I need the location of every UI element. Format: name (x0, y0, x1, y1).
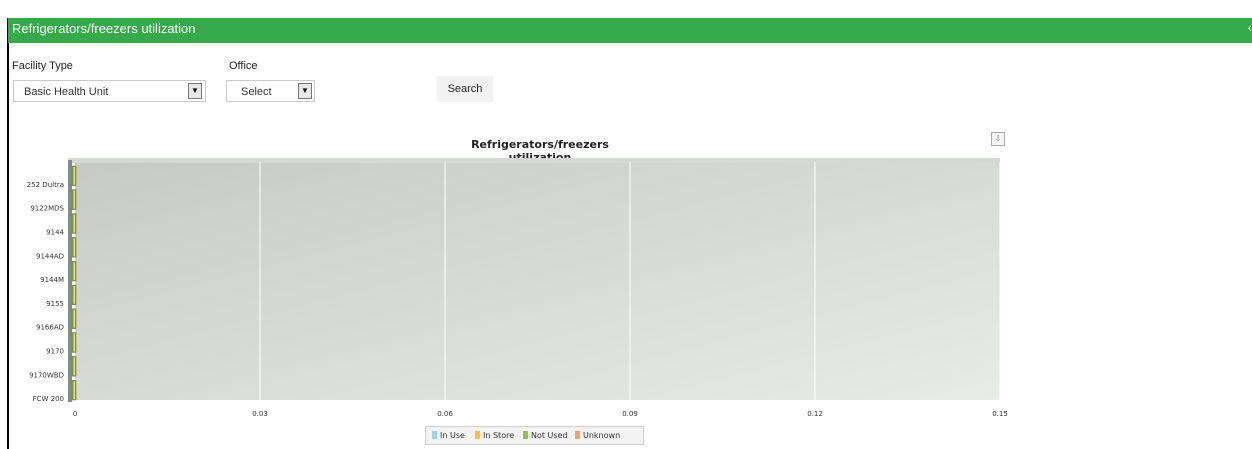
legend-item[interactable]: Not Used (523, 431, 568, 440)
bar-highlight (73, 333, 75, 352)
y-tick-label: 9170 (46, 348, 64, 356)
legend-label: In Store (483, 431, 515, 440)
legend-label: Not Used (531, 431, 568, 440)
y-tick-label: 9144M (40, 276, 64, 284)
bar-highlight (73, 286, 75, 304)
legend-swatch (523, 431, 528, 439)
y-tick-label: 9122MDS (30, 205, 64, 213)
plot-depth-top (68, 158, 1000, 163)
plot-area (75, 162, 1000, 400)
legend-swatch (475, 431, 480, 439)
y-tick-label: 9166AD (36, 324, 64, 332)
bar-highlight (73, 214, 75, 233)
bar-highlight (73, 167, 75, 185)
x-tick-label: 0.06 (437, 410, 453, 418)
legend-swatch (432, 431, 437, 439)
legend-swatch (575, 431, 580, 439)
legend-item[interactable]: In Store (475, 431, 514, 440)
x-tick-label: 0.15 (992, 410, 1008, 418)
bar-highlight (73, 238, 75, 257)
bar-highlight (73, 190, 75, 209)
bar-highlight (73, 381, 75, 399)
y-tick-label: FCW 200 (33, 395, 64, 403)
y-tick-label: 252 Dultra (27, 181, 64, 189)
x-tick-label: 0.12 (807, 410, 823, 418)
bar-highlight (73, 262, 75, 280)
chart-legend: In Use In Store Not Used Unknown (425, 426, 644, 445)
bar-highlight (73, 309, 75, 328)
y-tick-label: 9144AD (36, 252, 64, 260)
legend-label: Unknown (583, 431, 621, 440)
x-tick-label: 0.03 (252, 410, 268, 418)
legend-label: In Use (440, 431, 465, 440)
legend-item[interactable]: In Use (432, 431, 465, 440)
x-tick-label: 0.09 (622, 410, 638, 418)
y-tick-label: 9155 (46, 300, 64, 308)
bar-chart: 252 Dultra 9122MDS 9144 9144AD 9144M 9155 9166… (27, 158, 1008, 418)
bar-highlight (73, 357, 75, 376)
x-tick-label: 0 (73, 410, 77, 418)
y-axis (68, 160, 72, 402)
y-tick-label: 9144 (46, 229, 64, 237)
legend-item[interactable]: Unknown (575, 431, 620, 440)
y-tick-label: 9170WBD (29, 371, 64, 379)
